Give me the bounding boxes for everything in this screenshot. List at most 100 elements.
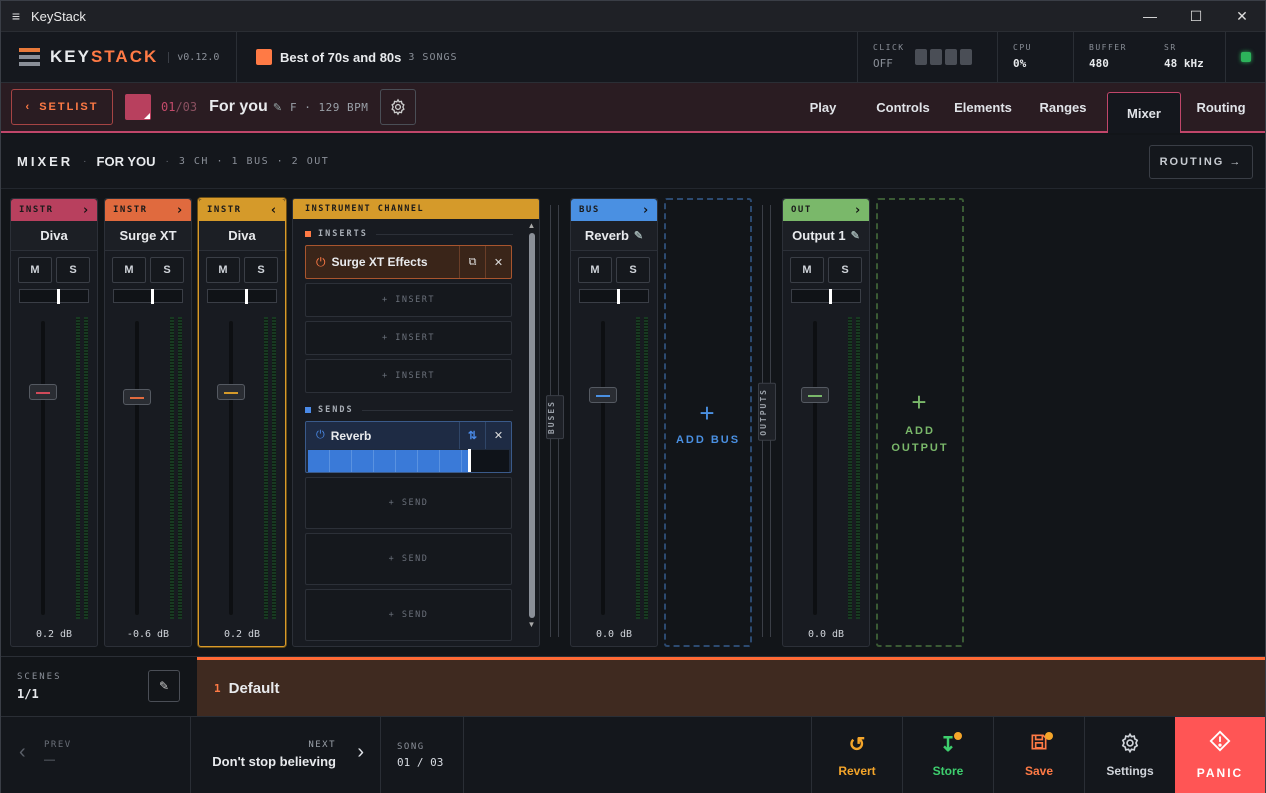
- solo-button[interactable]: S: [150, 257, 184, 283]
- song-settings-button[interactable]: [380, 89, 417, 125]
- pre-post-toggle-icon[interactable]: ⇅: [459, 422, 485, 449]
- strip-name[interactable]: Diva: [199, 221, 285, 251]
- strip-type-header[interactable]: BUS ›: [571, 199, 657, 221]
- empty-send-slot[interactable]: + SEND: [305, 477, 512, 529]
- scene-item[interactable]: 1 Default: [197, 657, 1265, 716]
- window-titlebar: ≡ KeyStack — ☐ ✕: [1, 1, 1265, 32]
- strip-name[interactable]: Surge XT: [105, 221, 191, 251]
- bus-channel-strip[interactable]: BUS › Reverb ✎ M S 0.0 dB: [570, 198, 658, 647]
- pan-slider[interactable]: [579, 289, 649, 304]
- solo-button[interactable]: S: [244, 257, 278, 283]
- strip-type-header[interactable]: INSTR ‹: [199, 199, 285, 221]
- pan-slider[interactable]: [113, 289, 183, 304]
- instr-channel-strip[interactable]: INSTR › Surge XT M S -0.6 dB: [104, 198, 192, 647]
- menu-icon[interactable]: ≡: [1, 8, 31, 24]
- power-icon[interactable]: ⏻: [316, 255, 326, 270]
- setlist-title: Best of 70s and 80s: [280, 49, 402, 65]
- close-button[interactable]: ✕: [1219, 1, 1265, 32]
- scroll-down-icon[interactable]: ▼: [527, 620, 536, 630]
- save-button[interactable]: Save: [993, 717, 1084, 793]
- tab-elements[interactable]: Elements: [943, 83, 1023, 131]
- scroll-up-icon[interactable]: ▲: [527, 221, 536, 231]
- insert-slot-surge-xt-effects[interactable]: ⏻ Surge XT Effects ⧉ ✕: [305, 245, 512, 279]
- solo-button[interactable]: S: [56, 257, 90, 283]
- mute-button[interactable]: M: [18, 257, 52, 283]
- level-meter-right: [856, 317, 860, 619]
- mute-button[interactable]: M: [790, 257, 824, 283]
- pan-slider[interactable]: [207, 289, 277, 304]
- tab-play[interactable]: Play: [783, 83, 863, 131]
- tab-ranges[interactable]: Ranges: [1023, 83, 1103, 131]
- fader-knob[interactable]: [123, 389, 151, 406]
- chevron-right-icon[interactable]: ›: [642, 203, 651, 218]
- strip-name[interactable]: Reverb ✎: [571, 221, 657, 251]
- song-title[interactable]: For you: [209, 98, 268, 116]
- strip-name[interactable]: Diva: [11, 221, 97, 251]
- scrollbar-thumb[interactable]: [528, 233, 535, 618]
- panel-scrollbar[interactable]: ▲ ▼: [527, 221, 536, 646]
- chevron-right-icon[interactable]: ›: [82, 203, 91, 218]
- pan-slider[interactable]: [19, 289, 89, 304]
- fader-track: [601, 321, 605, 615]
- instr-channel-strip[interactable]: INSTR ‹ Diva M S 0.2 dB: [198, 198, 286, 647]
- next-song-button[interactable]: NEXT Don't stop believing ›: [191, 717, 381, 793]
- revert-button[interactable]: ↺ Revert: [811, 717, 902, 793]
- tab-controls[interactable]: Controls: [863, 83, 943, 131]
- strip-name[interactable]: Output 1 ✎: [783, 221, 869, 251]
- strip-type-header[interactable]: OUT ›: [783, 199, 869, 221]
- out-channel-strip[interactable]: OUT › Output 1 ✎ M S 0.0 dB: [782, 198, 870, 647]
- setlist-selector[interactable]: Best of 70s and 80s 3 SONGS: [237, 49, 857, 65]
- empty-insert-slot[interactable]: + INSERT: [305, 359, 512, 393]
- remove-send-icon[interactable]: ✕: [485, 422, 511, 449]
- send-level-slider[interactable]: [308, 449, 509, 472]
- panic-button[interactable]: PANIC: [1175, 717, 1265, 793]
- fader-knob[interactable]: [217, 383, 245, 400]
- mute-button[interactable]: M: [578, 257, 612, 283]
- chevron-right-icon[interactable]: ›: [176, 203, 185, 218]
- app-header: KEYSTACK v0.12.0 Best of 70s and 80s 3 S…: [1, 32, 1265, 83]
- song-color-swatch[interactable]: [125, 94, 151, 120]
- strip-type-header[interactable]: INSTR ›: [11, 199, 97, 221]
- pan-slider[interactable]: [791, 289, 861, 304]
- add-bus-button[interactable]: + ADD BUS: [664, 198, 752, 647]
- add-output-button[interactable]: + ADD OUTPUT: [876, 198, 964, 647]
- mute-button[interactable]: M: [112, 257, 146, 283]
- store-button[interactable]: ↧ Store: [902, 717, 993, 793]
- instr-channel-strip[interactable]: INSTR › Diva M S 0.2 dB: [10, 198, 98, 647]
- solo-button[interactable]: S: [828, 257, 862, 283]
- fader-knob[interactable]: [29, 383, 57, 400]
- tab-routing[interactable]: Routing: [1185, 83, 1265, 131]
- empty-send-slot[interactable]: + SEND: [305, 589, 512, 641]
- tab-mixer[interactable]: Mixer: [1107, 92, 1181, 133]
- open-editor-icon[interactable]: ⧉: [459, 246, 485, 278]
- edit-pencil-icon[interactable]: ✎: [634, 229, 643, 242]
- routing-button[interactable]: ROUTING →: [1149, 144, 1253, 179]
- click-toggle[interactable]: CLICK OFF: [857, 32, 997, 82]
- fader-knob[interactable]: [801, 386, 829, 403]
- settings-button[interactable]: Settings: [1084, 717, 1175, 793]
- chevron-right-icon[interactable]: ›: [854, 203, 863, 218]
- empty-insert-slot[interactable]: + INSERT: [305, 283, 512, 317]
- remove-insert-icon[interactable]: ✕: [485, 246, 511, 278]
- edit-scenes-button[interactable]: ✎: [148, 670, 180, 702]
- buses-divider-label: BUSES: [546, 395, 564, 440]
- mute-button[interactable]: M: [206, 257, 240, 283]
- chevron-left-icon[interactable]: ‹: [270, 203, 279, 218]
- level-meter-left: [264, 317, 268, 619]
- add-bus-label: ADD BUS: [675, 433, 741, 446]
- send-slot-reverb[interactable]: ⏻ Reverb ⇅ ✕: [305, 421, 512, 473]
- solo-button[interactable]: S: [616, 257, 650, 283]
- power-icon[interactable]: ⏻: [316, 429, 325, 442]
- empty-send-slot[interactable]: + SEND: [305, 533, 512, 585]
- strip-type-header[interactable]: INSTR ›: [105, 199, 191, 221]
- minimize-button[interactable]: —: [1127, 1, 1173, 32]
- window-title: KeyStack: [31, 8, 86, 24]
- edit-pencil-icon[interactable]: ✎: [851, 229, 860, 242]
- maximize-button[interactable]: ☐: [1173, 1, 1219, 32]
- edit-pencil-icon[interactable]: ✎: [273, 101, 282, 114]
- empty-insert-slot[interactable]: + INSERT: [305, 321, 512, 355]
- fader-knob[interactable]: [589, 386, 617, 403]
- prev-song-button[interactable]: ‹ PREV —: [1, 717, 191, 793]
- setlist-button[interactable]: ‹ SETLIST: [11, 89, 113, 125]
- strip-type-label: INSTR: [207, 205, 242, 215]
